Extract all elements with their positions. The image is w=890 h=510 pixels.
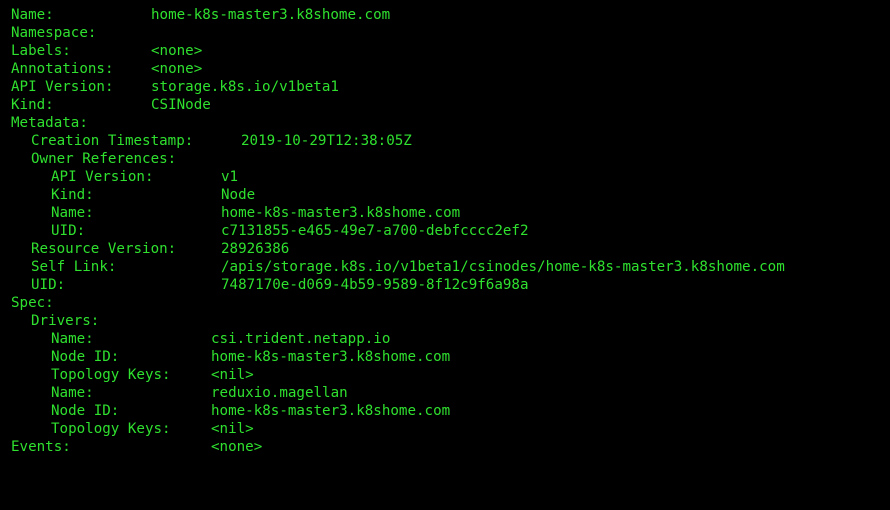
field-value: CSINode	[151, 97, 211, 113]
output-line-resource-version: Resource Version: 28926386	[0, 240, 890, 258]
field-value: reduxio.magellan	[211, 385, 348, 401]
field-key: Kind:	[51, 187, 94, 203]
field-key: Name:	[51, 385, 94, 401]
field-key: Node ID:	[51, 403, 120, 419]
field-value: c7131855-e465-49e7-a700-debfcccc2ef2	[221, 223, 529, 239]
output-line-driver-topology-keys: Topology Keys: <nil>	[0, 366, 890, 384]
output-line-owner-name: Name: home-k8s-master3.k8shome.com	[0, 204, 890, 222]
field-key: Topology Keys:	[51, 421, 171, 437]
field-key: Name:	[51, 205, 94, 221]
field-value: <none>	[151, 43, 203, 59]
output-line-name: Name: home-k8s-master3.k8shome.com	[0, 6, 890, 24]
field-key: Creation Timestamp:	[31, 133, 194, 149]
field-value: home-k8s-master3.k8shome.com	[221, 205, 461, 221]
field-value: home-k8s-master3.k8shome.com	[151, 7, 391, 23]
output-line-metadata: Metadata:	[0, 114, 890, 132]
output-line-spec: Spec:	[0, 294, 890, 312]
field-key: Labels:	[11, 43, 71, 59]
field-key: UID:	[31, 277, 66, 293]
field-value: 2019-10-29T12:38:05Z	[241, 133, 412, 149]
terminal-window[interactable]: Name: home-k8s-master3.k8shome.com Names…	[0, 0, 890, 464]
field-value: home-k8s-master3.k8shome.com	[211, 349, 451, 365]
field-value: /apis/storage.k8s.io/v1beta1/csinodes/ho…	[221, 259, 785, 275]
section-key: Spec:	[11, 295, 54, 311]
section-key: Metadata:	[11, 115, 88, 131]
output-line-driver-node-id: Node ID: home-k8s-master3.k8shome.com	[0, 348, 890, 366]
output-line-annotations: Annotations: <none>	[0, 60, 890, 78]
output-line-driver-topology-keys: Topology Keys: <nil>	[0, 420, 890, 438]
field-key: Name:	[11, 7, 54, 23]
output-line-driver-name: Name: csi.trident.netapp.io	[0, 330, 890, 348]
output-line-uid: UID: 7487170e-d069-4b59-9589-8f12c9f6a98…	[0, 276, 890, 294]
field-key: API Version:	[51, 169, 154, 185]
output-line-driver-node-id: Node ID: home-k8s-master3.k8shome.com	[0, 402, 890, 420]
output-line-owner-uid: UID: c7131855-e465-49e7-a700-debfcccc2ef…	[0, 222, 890, 240]
section-key: Owner References:	[31, 151, 177, 167]
output-line-labels: Labels: <none>	[0, 42, 890, 60]
field-key: Resource Version:	[31, 241, 177, 257]
field-key: UID:	[51, 223, 86, 239]
field-key: API Version:	[11, 79, 114, 95]
field-key: Name:	[51, 331, 94, 347]
output-line-owner-api-version: API Version: v1	[0, 168, 890, 186]
field-key: Events:	[11, 439, 71, 455]
output-line-events: Events: <none>	[0, 438, 890, 456]
output-line-creation-timestamp: Creation Timestamp: 2019-10-29T12:38:05Z	[0, 132, 890, 150]
field-value: <nil>	[211, 421, 254, 437]
field-value: <none>	[151, 61, 203, 77]
field-value: csi.trident.netapp.io	[211, 331, 391, 347]
output-line-drivers: Drivers:	[0, 312, 890, 330]
output-line-owner-references: Owner References:	[0, 150, 890, 168]
field-key: Topology Keys:	[51, 367, 171, 383]
field-value: storage.k8s.io/v1beta1	[151, 79, 339, 95]
output-line-owner-kind: Kind: Node	[0, 186, 890, 204]
field-key: Kind:	[11, 97, 54, 113]
field-key: Annotations:	[11, 61, 114, 77]
field-key: Node ID:	[51, 349, 120, 365]
field-value: 7487170e-d069-4b59-9589-8f12c9f6a98a	[221, 277, 529, 293]
output-line-kind: Kind: CSINode	[0, 96, 890, 114]
section-key: Drivers:	[31, 313, 100, 329]
field-value: 28926386	[221, 241, 290, 257]
output-line-api-version: API Version: storage.k8s.io/v1beta1	[0, 78, 890, 96]
field-key: Namespace:	[11, 25, 97, 41]
field-value: <none>	[211, 439, 263, 455]
output-line-self-link: Self Link: /apis/storage.k8s.io/v1beta1/…	[0, 258, 890, 276]
field-value: home-k8s-master3.k8shome.com	[211, 403, 451, 419]
output-line-driver-name: Name: reduxio.magellan	[0, 384, 890, 402]
field-value: v1	[221, 169, 239, 185]
field-value: Node	[221, 187, 256, 203]
field-key: Self Link:	[31, 259, 117, 275]
field-value: <nil>	[211, 367, 254, 383]
output-line-namespace: Namespace:	[0, 24, 890, 42]
